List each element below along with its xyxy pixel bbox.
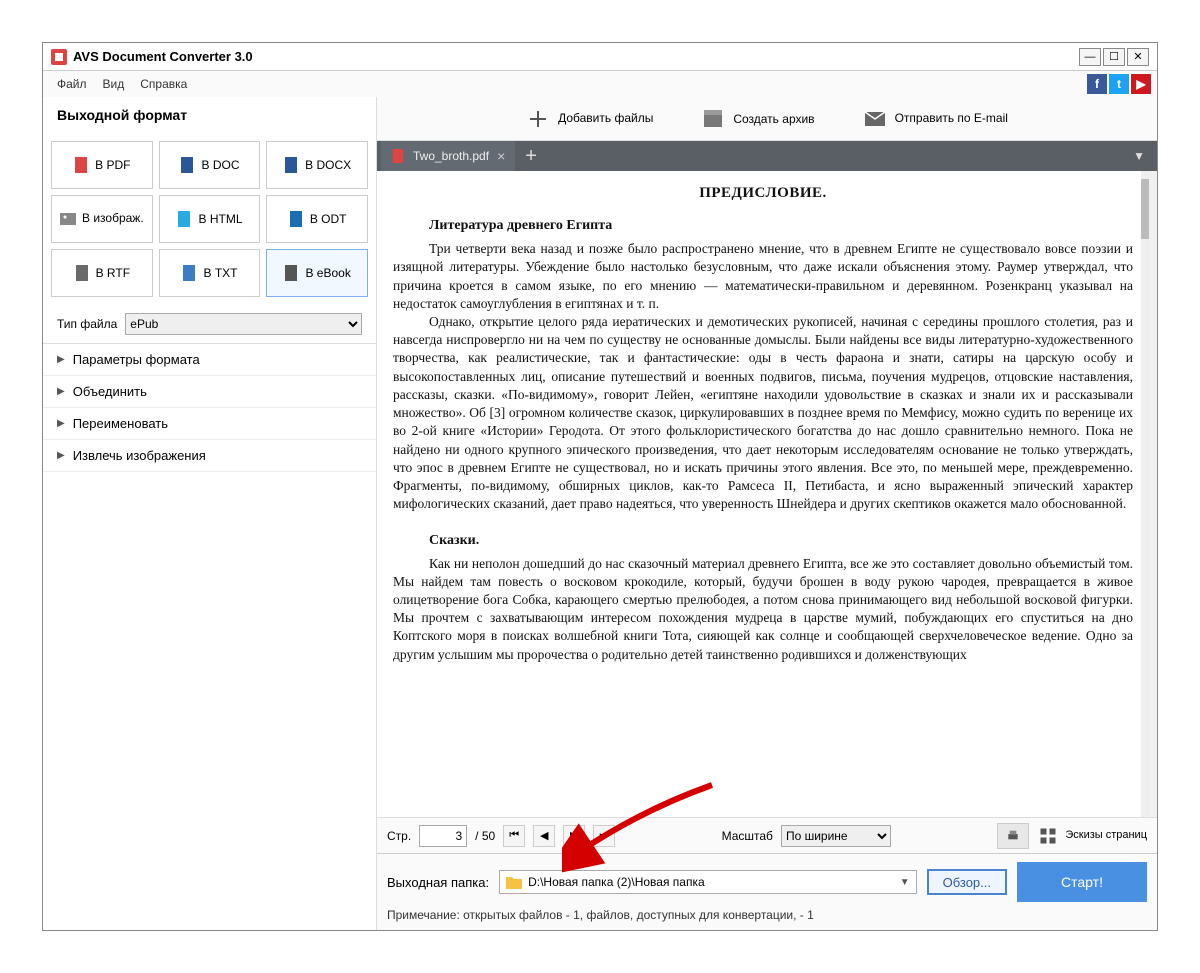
chevron-right-icon: ▶ bbox=[57, 450, 65, 461]
filetype-label: Тип файла bbox=[57, 317, 117, 331]
menu-view[interactable]: Вид bbox=[95, 75, 133, 93]
output-folder-label: Выходная папка: bbox=[387, 875, 489, 890]
format-image[interactable]: В изображ. bbox=[51, 195, 153, 243]
menu-help[interactable]: Справка bbox=[132, 75, 195, 93]
tab-label: Two_broth.pdf bbox=[413, 149, 489, 163]
scrollbar-track[interactable] bbox=[1141, 171, 1149, 817]
last-page-button[interactable]: ⏭ bbox=[593, 825, 615, 847]
thumbnails-label: Эскизы страниц bbox=[1065, 829, 1147, 841]
browse-button[interactable]: Обзор... bbox=[927, 869, 1007, 895]
zoom-label: Масштаб bbox=[722, 829, 773, 843]
doc-paragraph: Три четверти века назад и позже было рас… bbox=[393, 240, 1133, 313]
chevron-right-icon: ▶ bbox=[57, 354, 65, 365]
folder-icon bbox=[506, 875, 522, 889]
chevron-right-icon: ▶ bbox=[57, 418, 65, 429]
plus-icon bbox=[526, 107, 550, 131]
send-email-button[interactable]: Отправить по E-mail bbox=[863, 107, 1008, 131]
doc-subheading: Литература древнего Египта bbox=[393, 217, 1133, 236]
grid-icon bbox=[1037, 827, 1059, 845]
output-folder-path: D:\Новая папка (2)\Новая папка bbox=[528, 875, 705, 889]
print-button[interactable] bbox=[997, 823, 1029, 849]
format-txt-label: В TXT bbox=[203, 266, 237, 280]
format-docx-label: В DOCX bbox=[305, 158, 351, 172]
start-button[interactable]: Старт! bbox=[1017, 862, 1147, 902]
next-page-button[interactable]: ▶ bbox=[563, 825, 585, 847]
titlebar: AVS Document Converter 3.0 — ☐ ✕ bbox=[43, 43, 1157, 71]
send-email-label: Отправить по E-mail bbox=[895, 112, 1008, 125]
format-html[interactable]: В HTML bbox=[159, 195, 261, 243]
format-pdf-label: В PDF bbox=[95, 158, 130, 172]
app-icon bbox=[51, 49, 67, 65]
tabbar: Two_broth.pdf × + ▼ bbox=[377, 141, 1157, 171]
acc-rename[interactable]: ▶ Переименовать bbox=[43, 408, 376, 440]
format-odt-label: В ODT bbox=[310, 212, 347, 226]
acc-label: Извлечь изображения bbox=[73, 448, 206, 463]
acc-label: Переименовать bbox=[73, 416, 168, 431]
zoom-select[interactable]: По ширине bbox=[781, 825, 891, 847]
acc-label: Объединить bbox=[73, 384, 147, 399]
pdf-icon bbox=[391, 149, 405, 163]
footer-note: Примечание: открытых файлов - 1, файлов,… bbox=[387, 908, 1147, 922]
create-archive-label: Создать архив bbox=[733, 112, 814, 126]
email-icon bbox=[863, 107, 887, 131]
format-docx[interactable]: В DOCX bbox=[266, 141, 368, 189]
add-tab-button[interactable]: + bbox=[515, 145, 547, 168]
filetype-select[interactable]: ePub bbox=[125, 313, 362, 335]
close-button[interactable]: ✕ bbox=[1127, 48, 1149, 66]
tab-close-icon[interactable]: × bbox=[497, 148, 505, 164]
create-archive-button[interactable]: Создать архив bbox=[701, 107, 814, 131]
page-total: / 50 bbox=[475, 829, 495, 843]
format-odt[interactable]: В ODT bbox=[266, 195, 368, 243]
facebook-icon[interactable]: f bbox=[1087, 74, 1107, 94]
format-html-label: В HTML bbox=[198, 212, 242, 226]
output-folder-field[interactable]: D:\Новая папка (2)\Новая папка ▼ bbox=[499, 870, 917, 894]
menubar: Файл Вид Справка f t ▶ bbox=[43, 71, 1157, 97]
format-ebook[interactable]: В eBook bbox=[266, 249, 368, 297]
format-rtf-label: В RTF bbox=[96, 266, 130, 280]
menu-file[interactable]: Файл bbox=[49, 75, 95, 93]
archive-icon bbox=[701, 107, 725, 131]
page-input[interactable] bbox=[419, 825, 467, 847]
doc-paragraph: Однако, открытие целого ряда иератически… bbox=[393, 313, 1133, 513]
sidebar-header: Выходной формат bbox=[43, 97, 376, 133]
maximize-button[interactable]: ☐ bbox=[1103, 48, 1125, 66]
youtube-icon[interactable]: ▶ bbox=[1131, 74, 1151, 94]
first-page-button[interactable]: ⏮ bbox=[503, 825, 525, 847]
prev-page-button[interactable]: ◀ bbox=[533, 825, 555, 847]
window-title: AVS Document Converter 3.0 bbox=[73, 49, 253, 64]
format-doc[interactable]: В DOC bbox=[159, 141, 261, 189]
scrollbar-thumb[interactable] bbox=[1141, 179, 1149, 239]
format-ebook-label: В eBook bbox=[305, 266, 350, 280]
add-files-button[interactable]: Добавить файлы bbox=[526, 107, 653, 131]
chevron-right-icon: ▶ bbox=[57, 386, 65, 397]
acc-extract-images[interactable]: ▶ Извлечь изображения bbox=[43, 440, 376, 472]
document-tab[interactable]: Two_broth.pdf × bbox=[381, 141, 515, 171]
twitter-icon[interactable]: t bbox=[1109, 74, 1129, 94]
main-toolbar: Добавить файлы Создать архив Отправить п… bbox=[377, 97, 1157, 141]
preview-controls: Стр. / 50 ⏮ ◀ ▶ ⏭ Масштаб По ширине Эски… bbox=[377, 817, 1157, 853]
acc-format-params[interactable]: ▶ Параметры формата bbox=[43, 344, 376, 376]
tabbar-menu-icon[interactable]: ▼ bbox=[1125, 149, 1153, 163]
add-files-label: Добавить файлы bbox=[558, 112, 653, 125]
thumbnails-button[interactable]: Эскизы страниц bbox=[1037, 827, 1147, 845]
acc-label: Параметры формата bbox=[73, 352, 200, 367]
document-preview: ПРЕДИСЛОВИЕ. Литература древнего Египта … bbox=[377, 171, 1157, 817]
doc-paragraph: Как ни неполон дошедший до нас сказочный… bbox=[393, 555, 1133, 664]
acc-merge[interactable]: ▶ Объединить bbox=[43, 376, 376, 408]
page-label: Стр. bbox=[387, 829, 411, 843]
footer: Выходная папка: D:\Новая папка (2)\Новая… bbox=[377, 853, 1157, 930]
minimize-button[interactable]: — bbox=[1079, 48, 1101, 66]
format-txt[interactable]: В TXT bbox=[159, 249, 261, 297]
format-rtf[interactable]: В RTF bbox=[51, 249, 153, 297]
document-page: ПРЕДИСЛОВИЕ. Литература древнего Египта … bbox=[393, 183, 1133, 805]
sidebar: Выходной формат В PDF В DOC В DOCX В изо… bbox=[43, 97, 377, 930]
format-doc-label: В DOC bbox=[201, 158, 239, 172]
chevron-down-icon[interactable]: ▼ bbox=[900, 877, 910, 888]
doc-heading: ПРЕДИСЛОВИЕ. bbox=[393, 183, 1133, 203]
doc-subheading: Сказки. bbox=[393, 532, 1133, 551]
print-icon bbox=[1004, 828, 1022, 844]
format-image-label: В изображ. bbox=[82, 212, 144, 225]
format-pdf[interactable]: В PDF bbox=[51, 141, 153, 189]
